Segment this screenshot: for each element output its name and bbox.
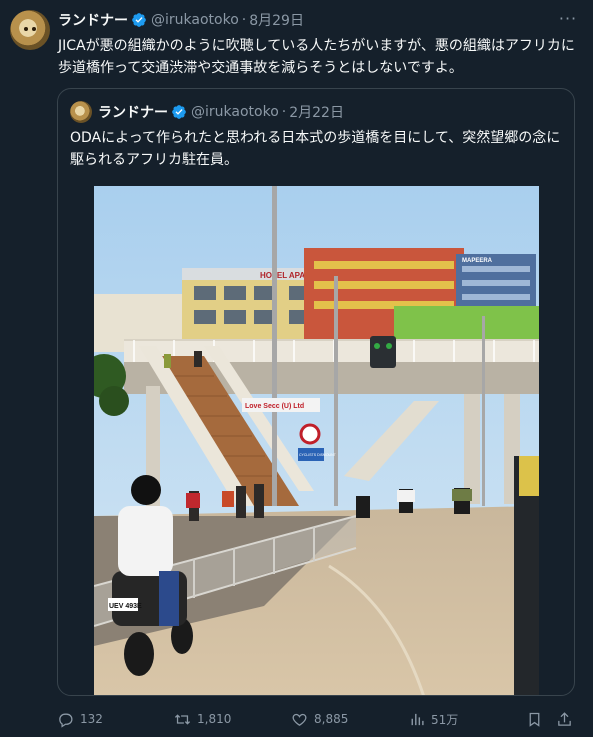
retweet-button[interactable]: 1,810: [174, 708, 231, 730]
quote-text: ODAによって作られたと思われる日本式の歩道橋を目にして、突然望郷の念に駆られる…: [70, 130, 561, 168]
tweet-date[interactable]: 8月29日: [249, 10, 304, 30]
bookmark-icon: [529, 712, 540, 727]
tweet-header: ランドナー @irukaotoko · 8月29日: [58, 10, 304, 30]
action-bar: 132 1,810 8,885 51万: [0, 708, 593, 730]
verified-badge-icon: [132, 13, 146, 27]
reply-icon: [59, 713, 73, 728]
quote-header: ランドナー @irukaotoko · 2月22日: [98, 102, 344, 122]
separator-dot: ·: [281, 104, 287, 120]
separator-dot: ·: [241, 12, 247, 28]
author-handle[interactable]: @irukaotoko: [151, 12, 239, 28]
view-count: 51万: [431, 712, 459, 727]
like-count: 8,885: [314, 712, 349, 726]
share-icon: [558, 711, 571, 726]
retweet-count: 1,810: [197, 712, 232, 726]
share-button[interactable]: [556, 708, 573, 730]
tweet[interactable]: ランドナー @irukaotoko · 8月29日 ··· JICAが悪の組織か…: [0, 0, 593, 737]
quote-author-avatar: [70, 101, 92, 123]
heart-icon: [292, 713, 307, 726]
retweet-icon: [174, 713, 191, 725]
reply-button[interactable]: 132: [57, 708, 103, 730]
quote-photo[interactable]: HOTEL APARTMENT MAPEERA Love Secc (U) Lt…: [94, 186, 539, 695]
quoted-tweet[interactable]: ランドナー @irukaotoko · 2月22日 ODAによって作られたと思わ…: [57, 88, 575, 696]
license-plate: UEV 493E: [109, 603, 142, 610]
tweet-text: JICAが悪の組織かのように吹聴している人たちがいますが、悪の組織はアフリカに歩…: [58, 38, 575, 76]
quote-author-name: ランドナー: [98, 105, 168, 121]
more-options-icon[interactable]: ···: [556, 9, 580, 29]
verified-badge-icon: [172, 105, 186, 119]
like-button[interactable]: 8,885: [291, 708, 348, 730]
banner-text: Love Secc (U) Ltd: [245, 403, 304, 410]
views-button[interactable]: 51万: [408, 708, 458, 730]
reply-count: 132: [80, 712, 103, 726]
bookmark-button[interactable]: [526, 708, 543, 730]
road-sign-text: CYCLISTS DISMOUNT: [299, 453, 337, 457]
quote-author-handle: @irukaotoko: [191, 104, 279, 120]
author-name[interactable]: ランドナー: [58, 10, 128, 30]
quote-date: 2月22日: [289, 105, 344, 121]
street-scene-image: HOTEL APARTMENT MAPEERA Love Secc (U) Lt…: [94, 186, 539, 695]
mapeera-sign: MAPEERA: [462, 258, 493, 264]
author-avatar[interactable]: [10, 10, 50, 50]
analytics-icon: [411, 713, 424, 725]
